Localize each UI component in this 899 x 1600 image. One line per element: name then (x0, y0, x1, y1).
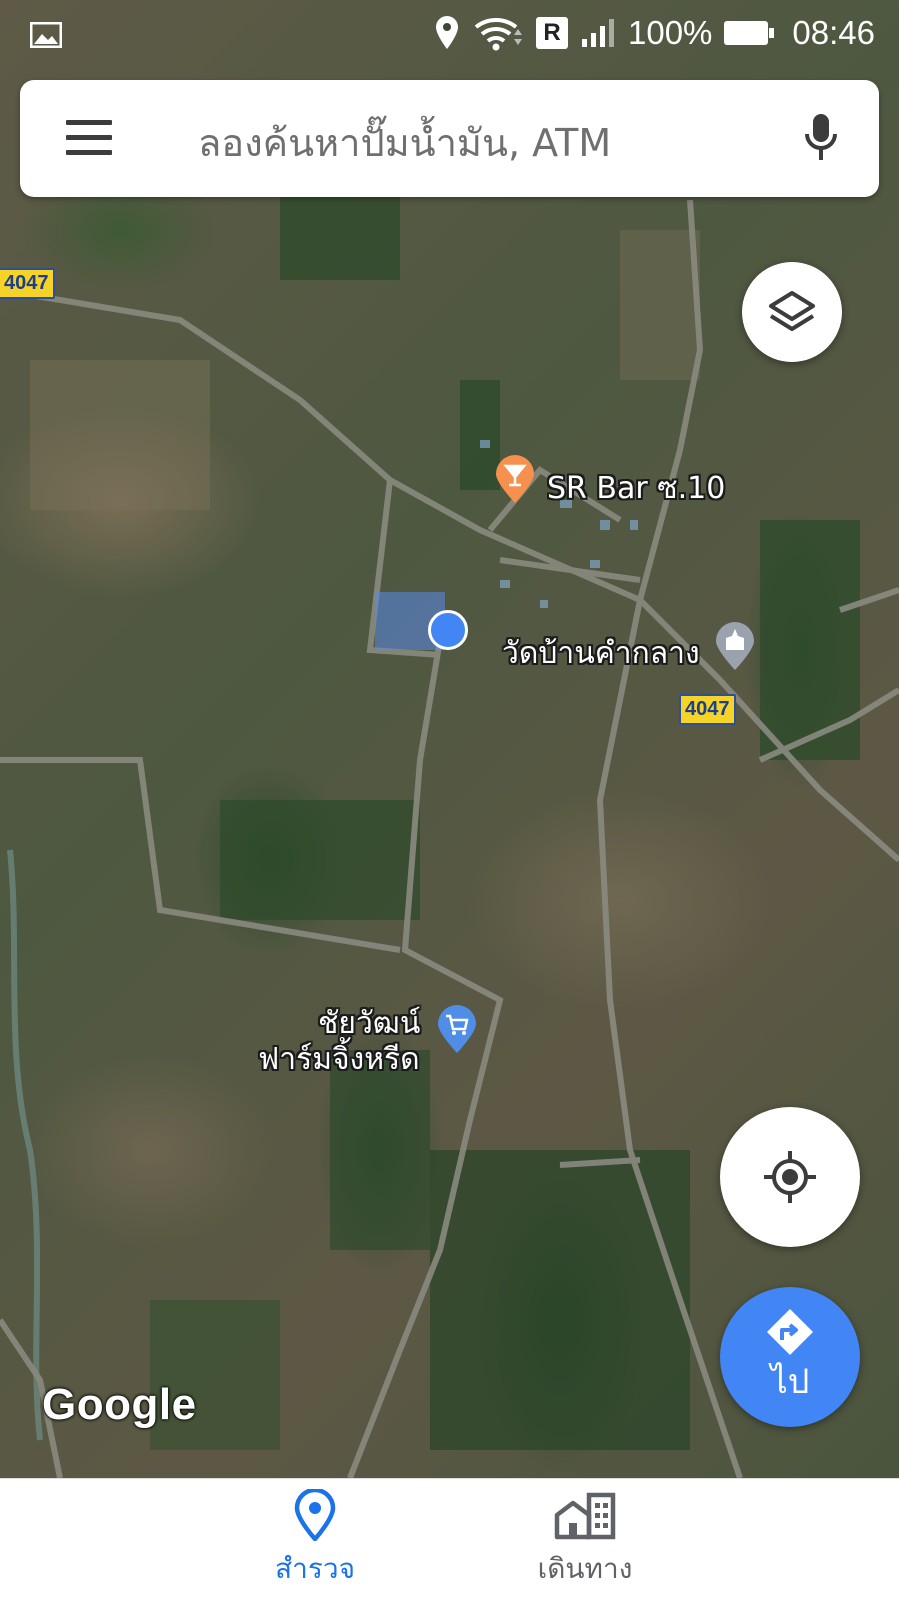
road-shield: 4047 (0, 268, 55, 299)
directions-icon (767, 1309, 813, 1355)
google-attribution: Google (42, 1380, 197, 1429)
battery-icon (724, 21, 775, 45)
layers-icon (769, 291, 815, 331)
directions-go-button[interactable]: ไป (720, 1287, 860, 1427)
wifi-icon (474, 17, 522, 51)
tab-explore[interactable]: สำรวจ (245, 1487, 385, 1591)
layers-button[interactable] (742, 262, 842, 362)
place-label-temple[interactable]: วัดบ้านคำกลาง (502, 630, 700, 677)
current-location-dot (428, 610, 468, 650)
temple-icon (716, 622, 754, 670)
microphone-icon[interactable] (801, 110, 841, 166)
roaming-badge: R (536, 17, 568, 49)
search-input[interactable]: ลองค้นหาปั๊มน้ำมัน, ATM (198, 112, 611, 173)
place-label-sr-bar[interactable]: SR Bar ซ.10 (547, 465, 725, 512)
tab-commute[interactable]: เดินทาง (515, 1489, 655, 1591)
tab-explore-label: สำรวจ (275, 1552, 355, 1585)
location-pin-icon (294, 1487, 336, 1543)
clock: 08:46 (792, 14, 875, 51)
bottom-navigation: สำรวจ เดินทาง (0, 1478, 899, 1600)
tab-commute-label: เดินทาง (537, 1552, 633, 1585)
commute-icon (554, 1492, 616, 1540)
battery-percent: 100% (628, 14, 713, 51)
image-notification-icon (29, 18, 63, 56)
shopping-cart-icon (438, 1005, 476, 1053)
signal-icon (582, 19, 614, 47)
search-bar[interactable]: ลองค้นหาปั๊มน้ำมัน, ATM (20, 80, 879, 197)
location-status-icon (436, 16, 458, 49)
go-label: ไป (770, 1362, 810, 1402)
bar-icon (496, 455, 534, 503)
road-shield: 4047 (679, 694, 736, 725)
my-location-button[interactable] (720, 1107, 860, 1247)
menu-icon[interactable] (66, 120, 112, 156)
status-bar: R 100% 08:46 (0, 0, 899, 68)
place-label-farm-line2[interactable]: ฟาร์มจิ้งหรีด (258, 1036, 420, 1083)
crosshair-icon (764, 1151, 816, 1203)
satellite-map[interactable]: 4047 4047 SR Bar ซ.10 วัดบ้านคำกลาง ชัยว… (0, 0, 899, 1478)
map-roads-layer (0, 190, 899, 1478)
